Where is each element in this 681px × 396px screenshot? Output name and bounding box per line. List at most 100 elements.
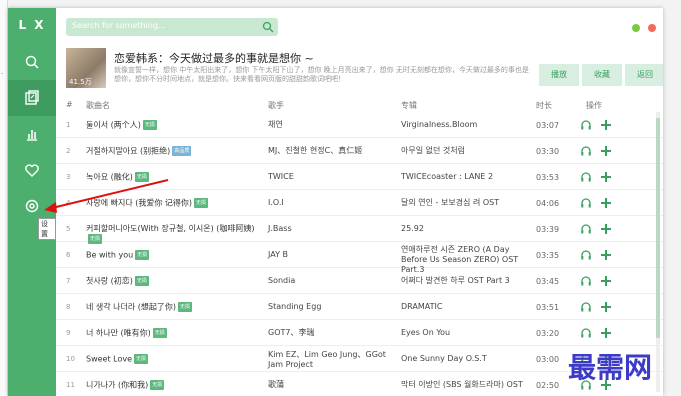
duration: 02:50: [536, 381, 560, 390]
artist-name[interactable]: 歌蒲: [268, 380, 396, 390]
song-title-text: 첫사랑 (初恋): [86, 276, 133, 286]
row-ops: [580, 327, 620, 339]
music-app-window: L X 设置 Search for something... 41.5万 恋爱韩…: [8, 8, 663, 396]
table-row[interactable]: 1 둘이서 (两个人) 无损 채연 Virginalness.Bloom 03:07: [56, 112, 663, 138]
artist-name[interactable]: Kim EZ、Lim Geo Jung、GGot Jam Project: [268, 350, 396, 370]
album-name[interactable]: 아무일 없던 것처럼: [401, 146, 531, 156]
header-ops: 操作: [586, 101, 602, 110]
headphones-icon[interactable]: [580, 145, 592, 157]
song-title[interactable]: 니가나가 (你和我) 无损: [86, 380, 165, 391]
sidebar-item-favorites[interactable]: [8, 152, 56, 188]
sidebar-item-leaderboard[interactable]: [8, 116, 56, 152]
table-row[interactable]: 6 Be with you 无损 JAY B 연애하루전 시즌 ZERO (A Day …: [56, 242, 663, 274]
add-icon[interactable]: [600, 249, 612, 261]
song-title-text: 둘이서 (两个人): [86, 120, 141, 130]
song-title[interactable]: 둘이서 (两个人) 无损: [86, 120, 157, 131]
album-name[interactable]: 달의 연인 - 보보경심 려 OST: [401, 198, 531, 208]
play-button[interactable]: 播放: [539, 64, 579, 86]
album-name[interactable]: Eyes On You: [401, 328, 531, 338]
search-input[interactable]: Search for something...: [66, 18, 278, 36]
song-title-text: Be with you: [86, 250, 134, 260]
playlist-cover: 41.5万: [66, 48, 106, 88]
duration: 03:30: [536, 147, 560, 156]
album-name[interactable]: 어쩌다 발견한 하루 OST Part 3: [401, 276, 531, 286]
close-button[interactable]: [648, 24, 656, 32]
song-title[interactable]: 사랑에 빠지다 (我爱你 记得你) 无损: [86, 198, 209, 209]
table-row[interactable]: 7 첫사랑 (初恋) 无损 Sondia 어쩌다 발견한 하루 OST Part 3 03…: [56, 268, 663, 294]
artist-name[interactable]: GOT7、李瑞: [268, 328, 396, 338]
add-icon[interactable]: [600, 223, 612, 235]
song-title-text: 커피할머니아도(With 장규철, 이시온) (咖啡阿姨): [86, 224, 255, 233]
table-row[interactable]: 3 녹아요 (融化) 无损 TWICE TWICEcoaster : LANE 2 03:…: [56, 164, 663, 190]
scrollbar-thumb[interactable]: [656, 118, 660, 338]
artist-name[interactable]: J.Bass: [268, 224, 396, 234]
album-name[interactable]: 25.92: [401, 224, 531, 234]
artist-name[interactable]: 채연: [268, 120, 396, 130]
row-ops: [580, 145, 620, 157]
collect-button[interactable]: 收藏: [582, 64, 622, 86]
add-icon[interactable]: [600, 119, 612, 131]
duration: 03:51: [536, 303, 560, 312]
settings-tooltip: 设置: [38, 218, 56, 240]
row-number: 5: [66, 225, 71, 233]
song-title[interactable]: 첫사랑 (初恋) 无损: [86, 276, 149, 287]
headphones-icon[interactable]: [580, 327, 592, 339]
artist-name[interactable]: JAY B: [268, 250, 396, 260]
album-name[interactable]: Virginalness.Bloom: [401, 120, 531, 130]
table-row[interactable]: 2 거절하지말아요 (别拒绝) 高品质 MJ、진철한 현정C、真仁姬 아무일 없던 것처…: [56, 138, 663, 164]
add-icon[interactable]: [600, 171, 612, 183]
album-name[interactable]: DRAMATIC: [401, 302, 531, 312]
add-icon[interactable]: [600, 145, 612, 157]
sidebar-item-songlist[interactable]: [8, 80, 56, 116]
headphones-icon[interactable]: [580, 119, 592, 131]
quality-badge: 无损: [142, 120, 157, 130]
album-name[interactable]: TWICEcoaster : LANE 2: [401, 172, 531, 182]
table-row[interactable]: 5 커피할머니아도(With 장규철, 이시온) (咖啡阿姨)无损 J.Bass 25…: [56, 216, 663, 244]
artist-name[interactable]: Standing Egg: [268, 302, 396, 312]
album-name[interactable]: One Sunny Day O.S.T: [401, 354, 531, 364]
song-title[interactable]: 네 생각 나더라 (想起了你) 无损: [86, 302, 193, 313]
add-icon[interactable]: [600, 301, 612, 313]
song-title[interactable]: Be with you 无损: [86, 250, 150, 261]
song-title[interactable]: Sweet Love 无损: [86, 354, 149, 365]
minimize-button[interactable]: [632, 24, 640, 32]
headphones-icon[interactable]: [580, 249, 592, 261]
add-icon[interactable]: [600, 327, 612, 339]
back-button[interactable]: 返回: [625, 64, 663, 86]
playlist-title: 恋爱韩系：今天做过最多的事就是想你 ~: [114, 52, 314, 65]
sidebar-item-search[interactable]: [8, 44, 56, 80]
table-row[interactable]: 8 네 생각 나더라 (想起了你) 无损 Standing Egg DRAMATIC 03…: [56, 294, 663, 320]
quality-badge: 高品质: [172, 146, 192, 156]
gear-icon: [25, 199, 39, 213]
artist-name[interactable]: I.O.I: [268, 198, 396, 208]
duration: 03:00: [536, 355, 560, 364]
headphones-icon[interactable]: [580, 223, 592, 235]
song-title[interactable]: 녹아요 (融化) 无损: [86, 172, 149, 183]
table-row[interactable]: 4 사랑에 빠지다 (我爱你 记得你) 无损 I.O.I 달의 연인 - 보보경심 려 …: [56, 190, 663, 216]
row-ops: [580, 301, 620, 313]
artist-name[interactable]: Sondia: [268, 276, 396, 286]
song-title-text: Sweet Love: [86, 354, 133, 364]
song-title[interactable]: 거절하지말아요 (别拒绝) 高品质: [86, 146, 192, 157]
search-icon[interactable]: [262, 21, 274, 33]
sidebar: L X 设置: [8, 8, 56, 396]
headphones-icon[interactable]: [580, 171, 592, 183]
playlist-description: 就像宣誓一样，想你 中午太阳出来了，想你 下午太阳下山了，想你 晚上月亮出来了，…: [114, 66, 529, 83]
song-title-text: 니가나가 (你和我): [86, 380, 149, 390]
add-icon[interactable]: [600, 197, 612, 209]
album-name[interactable]: 막터 이방인 (SBS 월화드라마) OST: [401, 380, 531, 390]
top-bar: Search for something...: [56, 8, 663, 44]
chart-bars-icon: [27, 130, 37, 141]
artist-name[interactable]: MJ、진철한 현정C、真仁姬: [268, 146, 396, 156]
row-ops: [580, 223, 620, 235]
quality-badge: 无损: [152, 328, 167, 338]
headphones-icon[interactable]: [580, 197, 592, 209]
song-title[interactable]: 너 하나만 (唯有你) 无损: [86, 328, 167, 339]
headphones-icon[interactable]: [580, 301, 592, 313]
artist-name[interactable]: TWICE: [268, 172, 396, 182]
headphones-icon[interactable]: [580, 275, 592, 287]
playlist-header: 41.5万 恋爱韩系：今天做过最多的事就是想你 ~ 就像宣誓一样，想你 中午太阳…: [56, 44, 663, 90]
add-icon[interactable]: [600, 275, 612, 287]
table-row[interactable]: 9 너 하나만 (唯有你) 无损 GOT7、李瑞 Eyes On You 03:20: [56, 320, 663, 346]
scrollbar[interactable]: [656, 112, 660, 392]
